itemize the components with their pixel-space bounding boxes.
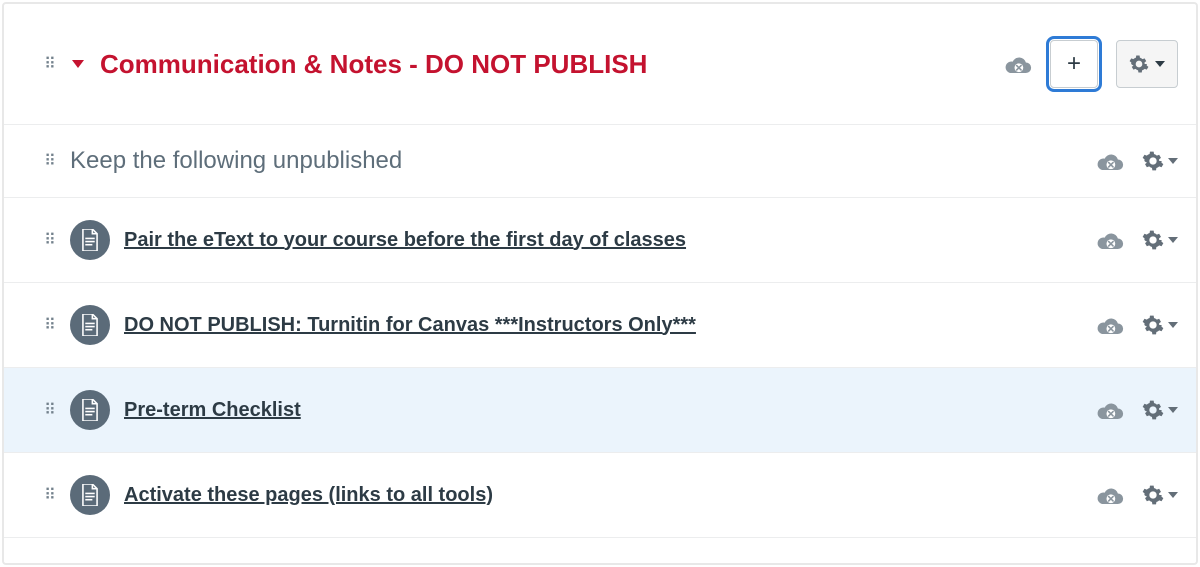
module-item-row: ⠿ Pair the eText to your course before th… xyxy=(4,198,1196,283)
drag-handle-icon[interactable]: ⠿ xyxy=(44,54,56,74)
drag-handle-icon[interactable]: ⠿ xyxy=(44,315,56,335)
plus-icon: + xyxy=(1067,50,1081,78)
gear-icon xyxy=(1142,314,1164,336)
module-item-title[interactable]: Activate these pages (links to all tools… xyxy=(124,484,1082,507)
module-items-list: ⠿ Pair the eText to your course before th… xyxy=(4,198,1196,538)
item-actions xyxy=(1096,484,1178,506)
unpublished-cloud-icon[interactable] xyxy=(1096,485,1124,505)
chevron-down-icon xyxy=(1168,158,1178,164)
gear-icon xyxy=(1142,484,1164,506)
drag-handle-icon[interactable]: ⠿ xyxy=(44,485,56,505)
item-settings-button[interactable] xyxy=(1142,314,1178,336)
gear-icon xyxy=(1142,399,1164,421)
add-item-button[interactable]: + xyxy=(1050,40,1098,88)
unpublished-cloud-icon[interactable] xyxy=(1004,54,1032,74)
text-subheader-label: Keep the following unpublished xyxy=(70,147,1082,175)
page-icon xyxy=(70,305,110,345)
chevron-down-icon xyxy=(1155,61,1165,67)
module-card: ⠿ Communication & Notes - DO NOT PUBLISH… xyxy=(2,2,1198,565)
text-subheader-row: ⠿ Keep the following unpublished xyxy=(4,125,1196,198)
item-actions xyxy=(1096,150,1178,172)
item-settings-button[interactable] xyxy=(1142,150,1178,172)
gear-icon xyxy=(1142,150,1164,172)
module-item-row: ⠿ Activate these pages (links to all tool… xyxy=(4,453,1196,538)
collapse-caret-icon[interactable] xyxy=(72,60,84,68)
chevron-down-icon xyxy=(1168,492,1178,498)
page-icon xyxy=(70,390,110,430)
module-settings-button[interactable] xyxy=(1116,40,1178,88)
unpublished-cloud-icon[interactable] xyxy=(1096,230,1124,250)
item-settings-button[interactable] xyxy=(1142,484,1178,506)
drag-handle-icon[interactable]: ⠿ xyxy=(44,230,56,250)
item-actions xyxy=(1096,314,1178,336)
item-settings-button[interactable] xyxy=(1142,229,1178,251)
item-actions xyxy=(1096,229,1178,251)
item-actions xyxy=(1096,399,1178,421)
drag-handle-icon[interactable]: ⠿ xyxy=(44,151,56,171)
page-icon xyxy=(70,220,110,260)
module-item-title[interactable]: Pair the eText to your course before the… xyxy=(124,229,1082,252)
chevron-down-icon xyxy=(1168,322,1178,328)
unpublished-cloud-icon[interactable] xyxy=(1096,151,1124,171)
module-item-row: ⠿ DO NOT PUBLISH: Turnitin for Canvas ***… xyxy=(4,283,1196,368)
drag-handle-icon[interactable]: ⠿ xyxy=(44,400,56,420)
chevron-down-icon xyxy=(1168,237,1178,243)
unpublished-cloud-icon[interactable] xyxy=(1096,400,1124,420)
gear-icon xyxy=(1142,229,1164,251)
module-title: Communication & Notes - DO NOT PUBLISH xyxy=(100,49,990,80)
gear-icon xyxy=(1129,54,1149,74)
module-item-row: ⠿ Pre-term Checklist xyxy=(4,368,1196,453)
module-header-row: ⠿ Communication & Notes - DO NOT PUBLISH… xyxy=(4,4,1196,125)
item-settings-button[interactable] xyxy=(1142,399,1178,421)
module-header-actions: + xyxy=(1004,40,1178,88)
module-item-title[interactable]: DO NOT PUBLISH: Turnitin for Canvas ***I… xyxy=(124,314,1082,337)
chevron-down-icon xyxy=(1168,407,1178,413)
module-item-title[interactable]: Pre-term Checklist xyxy=(124,399,1082,422)
unpublished-cloud-icon[interactable] xyxy=(1096,315,1124,335)
page-icon xyxy=(70,475,110,515)
